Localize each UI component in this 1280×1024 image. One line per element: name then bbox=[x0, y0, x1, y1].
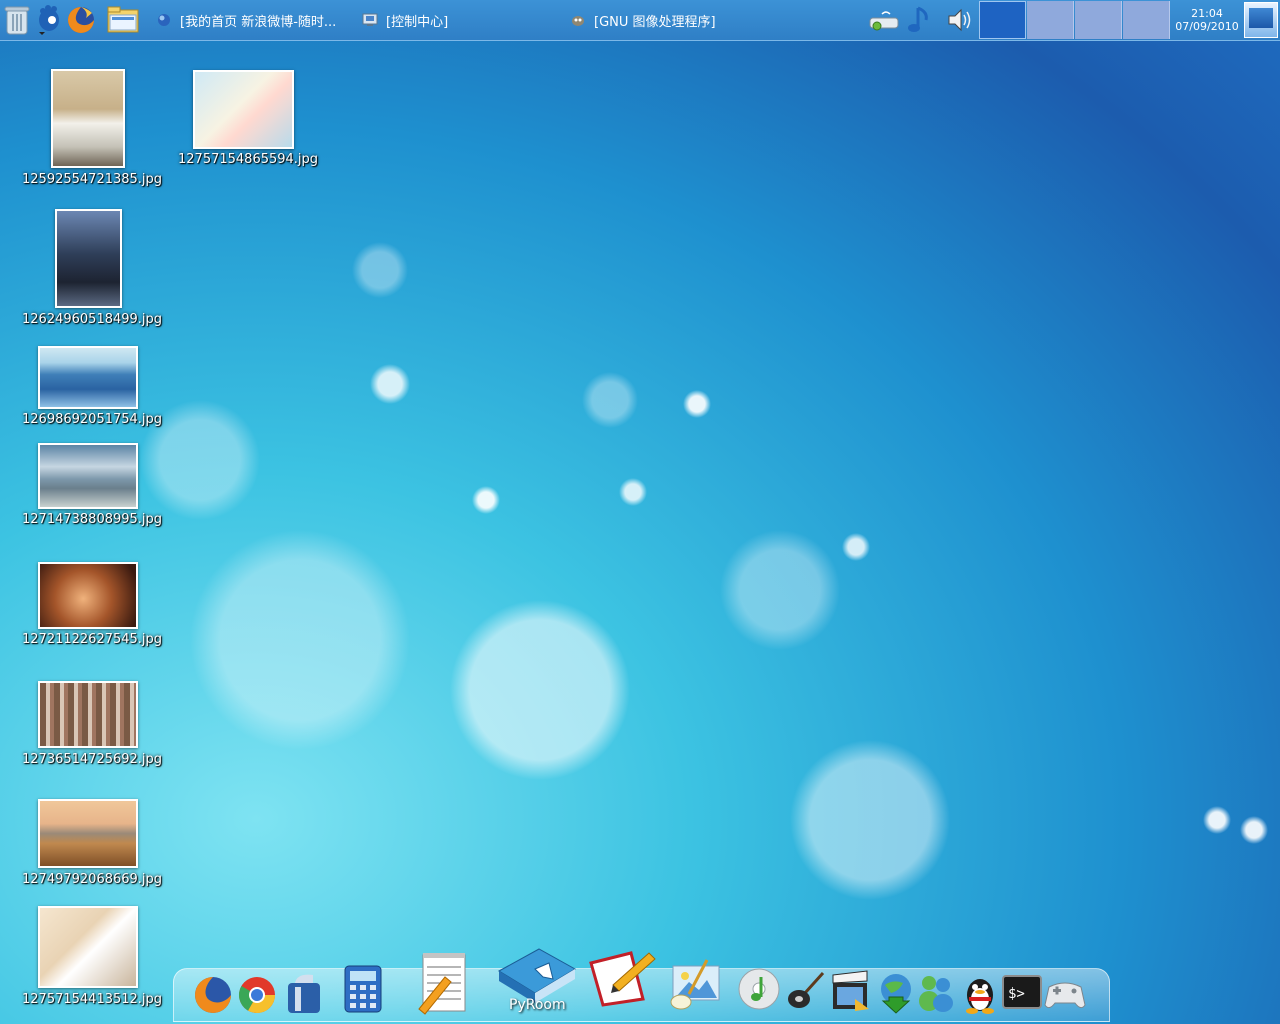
task-button-control-center[interactable]: [控制中心] bbox=[362, 0, 448, 40]
music-note-icon[interactable] bbox=[904, 4, 936, 36]
app-launcher-icon[interactable] bbox=[282, 970, 326, 1016]
file-label: 12714738808995.jpg bbox=[22, 512, 163, 527]
task-label: [控制中心] bbox=[386, 14, 449, 30]
globe-icon bbox=[156, 12, 172, 28]
file-label: 12721122627545.jpg bbox=[22, 632, 163, 647]
chrome-icon[interactable] bbox=[236, 974, 278, 1016]
clock-time: 21:04 bbox=[1191, 7, 1223, 20]
movie-player-icon[interactable] bbox=[828, 968, 872, 1014]
task-label: [GNU 图像处理程序] bbox=[594, 14, 716, 30]
file-label: 12757154865594.jpg bbox=[178, 152, 319, 167]
notes-icon[interactable] bbox=[584, 948, 660, 1008]
task-label: [我的首页 新浪微博-随时... bbox=[180, 14, 337, 30]
file-label: 12698692051754.jpg bbox=[22, 412, 163, 427]
image-viewer-icon[interactable] bbox=[666, 955, 728, 1013]
control-center-icon bbox=[362, 12, 378, 28]
file-label: 12736514725692.jpg bbox=[22, 752, 163, 767]
image-thumbnail bbox=[38, 906, 138, 988]
qq-penguin-icon[interactable] bbox=[958, 972, 1002, 1016]
image-thumbnail bbox=[193, 70, 294, 149]
file-label: 12624960518499.jpg bbox=[22, 312, 163, 327]
image-thumbnail bbox=[38, 681, 138, 748]
calculator-icon[interactable] bbox=[340, 962, 386, 1016]
text-editor-icon[interactable] bbox=[414, 950, 472, 1016]
image-thumbnail bbox=[51, 69, 125, 168]
guitar-icon[interactable] bbox=[784, 968, 828, 1014]
image-thumbnail bbox=[38, 799, 138, 868]
image-thumbnail bbox=[38, 346, 138, 409]
image-thumbnail bbox=[38, 562, 138, 629]
network-icon[interactable] bbox=[868, 4, 900, 36]
firefox-icon[interactable] bbox=[64, 3, 98, 37]
task-button-browser[interactable]: [我的首页 新浪微博-随时... bbox=[156, 0, 336, 40]
downloader-icon[interactable] bbox=[874, 970, 918, 1016]
workspace-4[interactable] bbox=[1123, 1, 1170, 39]
show-desktop-icon[interactable] bbox=[1244, 2, 1278, 38]
gimp-icon bbox=[570, 12, 586, 28]
firefox-icon[interactable] bbox=[192, 974, 234, 1016]
image-thumbnail bbox=[55, 209, 122, 308]
trash-icon[interactable] bbox=[0, 3, 34, 37]
svg-text:$>: $> bbox=[1008, 986, 1025, 1002]
workspace-3[interactable] bbox=[1075, 1, 1122, 39]
file-manager-icon[interactable] bbox=[104, 3, 142, 37]
music-player-icon[interactable] bbox=[736, 966, 782, 1012]
task-button-gimp[interactable]: [GNU 图像处理程序] bbox=[570, 0, 716, 40]
workspace-1[interactable] bbox=[979, 1, 1026, 39]
file-label: 12757154413512.jpg bbox=[22, 992, 163, 1007]
clock[interactable]: 21:04 07/09/2010 bbox=[1172, 0, 1242, 40]
image-thumbnail bbox=[38, 443, 138, 509]
file-label: 12749792068669.jpg bbox=[22, 872, 163, 887]
top-panel: [我的首页 新浪微博-随时... [控制中心] [GNU 图像处理程序] 21:… bbox=[0, 0, 1280, 41]
pyroom-label: PyRoom bbox=[509, 997, 566, 1013]
workspace-2[interactable] bbox=[1027, 1, 1074, 39]
volume-icon[interactable] bbox=[943, 4, 975, 36]
messenger-icon[interactable] bbox=[914, 970, 958, 1014]
clock-date: 07/09/2010 bbox=[1175, 20, 1239, 33]
gnome-menu-icon[interactable] bbox=[31, 3, 65, 37]
game-controller-icon[interactable] bbox=[1042, 972, 1088, 1014]
file-label: 12592554721385.jpg bbox=[22, 172, 163, 187]
terminal-icon[interactable]: $> bbox=[1000, 972, 1044, 1014]
